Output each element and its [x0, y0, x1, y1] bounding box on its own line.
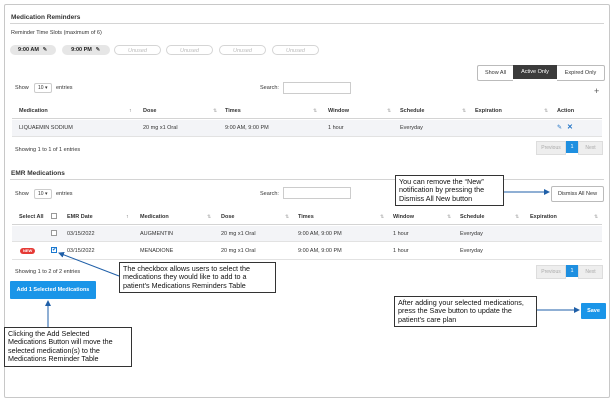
callout-arrows: [45, 189, 580, 327]
arrow-checkbox: [58, 251, 120, 277]
